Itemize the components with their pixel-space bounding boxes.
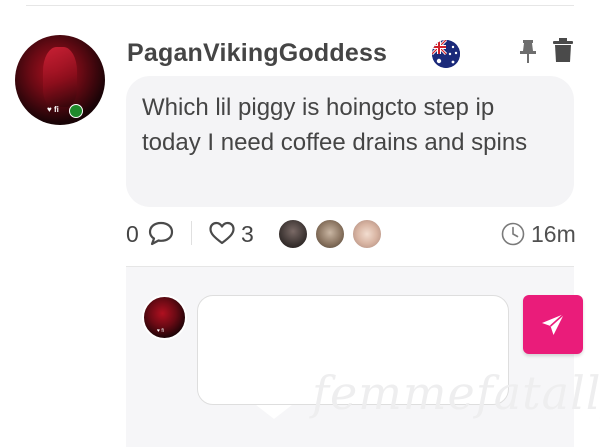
top-divider (26, 5, 574, 6)
send-button[interactable] (523, 295, 583, 354)
message-text: Which lil piggy is hoingcto step ip toda… (142, 94, 528, 156)
pin-icon[interactable] (518, 38, 538, 64)
liker-avatar[interactable] (277, 218, 309, 250)
trash-icon[interactable] (552, 37, 574, 63)
stats-separator (191, 221, 192, 245)
time-ago: 16m (531, 221, 576, 247)
reply-avatar-watermark: ♥ fi (157, 328, 164, 334)
comment-icon[interactable] (147, 220, 175, 246)
like-count: 3 (241, 221, 254, 247)
liker-avatar[interactable] (351, 218, 383, 250)
watermark-text: femmefatally (312, 366, 600, 420)
comment-count: 0 (126, 221, 139, 247)
input-tail (256, 405, 292, 419)
clock-icon (500, 221, 526, 247)
heart-icon[interactable] (208, 220, 236, 246)
australia-flag-icon (432, 40, 460, 68)
liker-avatar[interactable] (314, 218, 346, 250)
author-avatar[interactable]: ♥ fi (15, 35, 105, 125)
message-bubble: Which lil piggy is hoingcto step ip toda… (126, 76, 574, 207)
reply-avatar: ♥ fi (142, 295, 187, 340)
author-username[interactable]: PaganVikingGoddess (127, 39, 387, 68)
paper-plane-icon (542, 313, 565, 335)
avatar-watermark: ♥ fi (47, 105, 59, 114)
online-status-dot (69, 104, 83, 118)
avatar-figure (43, 47, 77, 107)
